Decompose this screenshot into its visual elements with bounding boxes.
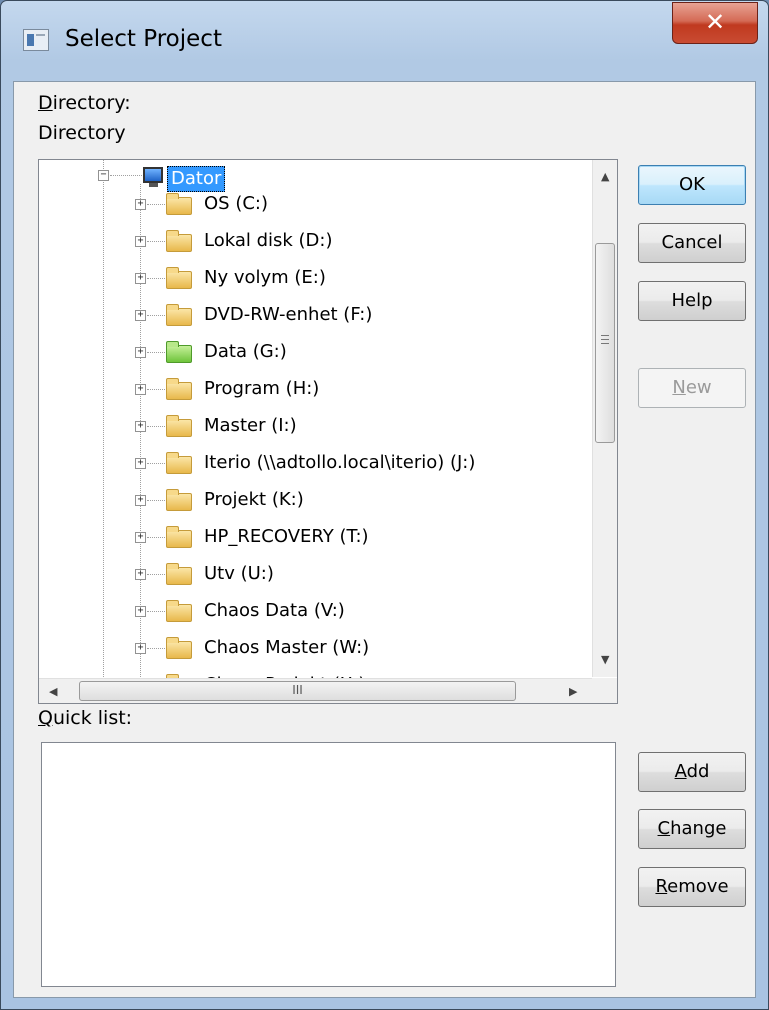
expand-icon[interactable]: +	[135, 606, 146, 617]
dialog-window: Select Project ✕ Directory: Directory − …	[0, 0, 769, 1010]
expand-icon[interactable]: +	[135, 458, 146, 469]
change-button[interactable]: Change	[638, 809, 746, 849]
tree-item-label: Data (G:)	[204, 341, 287, 362]
expand-icon[interactable]: +	[135, 273, 146, 284]
quick-list[interactable]	[41, 742, 616, 987]
app-icon	[23, 29, 49, 51]
tree-item-label: Master (I:)	[204, 415, 297, 436]
tree-item[interactable]: + HP_RECOVERY (T:)	[39, 523, 592, 551]
folder-icon	[166, 304, 192, 326]
quick-list-label: Quick list:	[38, 707, 133, 729]
scroll-corner	[592, 678, 617, 703]
window-title: Select Project	[65, 26, 222, 52]
tree-item[interactable]: + Master (I:)	[39, 412, 592, 440]
folder-icon	[166, 563, 192, 585]
tree-item[interactable]: + OS (C:)	[39, 190, 592, 218]
folder-icon	[166, 526, 192, 548]
ok-button[interactable]: OK	[638, 165, 746, 205]
tree-item-label: OS (C:)	[204, 193, 268, 214]
tree-item-label: Chaos Data (V:)	[204, 600, 345, 621]
cancel-button[interactable]: Cancel	[638, 223, 746, 263]
scroll-up-icon[interactable]: ▲	[601, 170, 609, 183]
tree-item[interactable]: + Chaos Master (W:)	[39, 634, 592, 662]
dialog-body: Directory: Directory − Dator + OS (C:) + Lo…	[13, 81, 756, 998]
folder-icon	[166, 415, 192, 437]
tree-item[interactable]: + Projekt (K:)	[39, 486, 592, 514]
expand-icon[interactable]: +	[135, 495, 146, 506]
add-button[interactable]: Add	[638, 752, 746, 792]
new-button[interactable]: New	[638, 368, 746, 408]
expand-icon[interactable]: +	[135, 236, 146, 247]
tree-root-dator[interactable]: − Dator	[39, 162, 592, 192]
directory-tree[interactable]: − Dator + OS (C:) + Lokal disk (D:) + Ny voly…	[38, 159, 618, 704]
tree-item-label: Chaos Master (W:)	[204, 637, 370, 658]
tree-item-label: HP_RECOVERY (T:)	[204, 526, 369, 547]
folder-icon	[166, 489, 192, 511]
horizontal-scroll-thumb[interactable]: III	[79, 681, 516, 701]
tree-item-label: Program (H:)	[204, 378, 320, 399]
tree-item[interactable]: + Lokal disk (D:)	[39, 227, 592, 255]
tree-item[interactable]: + Chaos Data (V:)	[39, 597, 592, 625]
horizontal-scrollbar[interactable]: ◀ III ▶	[39, 678, 592, 703]
tree-root-label[interactable]: Dator	[167, 166, 226, 192]
tree-item-label: Lokal disk (D:)	[204, 230, 333, 251]
expand-icon[interactable]: +	[135, 532, 146, 543]
folder-icon	[166, 230, 192, 252]
tree-item[interactable]: + Utv (U:)	[39, 560, 592, 588]
tree-item-label: DVD-RW-enhet (F:)	[204, 304, 373, 325]
expand-icon[interactable]: +	[135, 384, 146, 395]
scroll-down-icon[interactable]: ▼	[601, 653, 609, 666]
vertical-scrollbar[interactable]: ▲ ▼	[592, 160, 617, 677]
expand-icon[interactable]: +	[135, 643, 146, 654]
expand-icon[interactable]: +	[135, 347, 146, 358]
expand-icon[interactable]: +	[135, 421, 146, 432]
tree-item-label: Iterio (\\adtollo.local\iterio) (J:)	[204, 452, 476, 473]
expand-icon[interactable]: +	[135, 310, 146, 321]
close-icon: ✕	[704, 8, 726, 36]
folder-icon	[166, 637, 192, 659]
folder-icon	[166, 452, 192, 474]
scroll-left-icon[interactable]: ◀	[49, 685, 57, 698]
directory-label: Directory:	[38, 92, 131, 114]
title-bar[interactable]: Select Project ✕	[1, 1, 768, 81]
folder-icon	[166, 600, 192, 622]
tree-item[interactable]: + Program (H:)	[39, 375, 592, 403]
expand-icon[interactable]: +	[135, 569, 146, 580]
scroll-right-icon[interactable]: ▶	[569, 685, 577, 698]
green-folder-icon	[166, 341, 192, 363]
tree-item[interactable]: + Iterio (\\adtollo.local\iterio) (J:)	[39, 449, 592, 477]
tree-item-label: Projekt (K:)	[204, 489, 304, 510]
tree-item[interactable]: + Ny volym (E:)	[39, 264, 592, 292]
close-button[interactable]: ✕	[672, 2, 758, 44]
collapse-icon[interactable]: −	[98, 170, 109, 181]
folder-icon	[166, 378, 192, 400]
computer-icon	[143, 167, 163, 187]
expand-icon[interactable]: +	[135, 199, 146, 210]
help-button[interactable]: Help	[638, 281, 746, 321]
directory-value: Directory	[38, 122, 126, 144]
tree-item-label: Ny volym (E:)	[204, 267, 326, 288]
folder-icon	[166, 267, 192, 289]
tree-item-label: Utv (U:)	[204, 563, 274, 584]
folder-icon	[166, 193, 192, 215]
vertical-scroll-thumb[interactable]	[595, 243, 615, 443]
tree-item[interactable]: + Data (G:)	[39, 338, 592, 366]
tree-item[interactable]: + DVD-RW-enhet (F:)	[39, 301, 592, 329]
remove-button[interactable]: Remove	[638, 867, 746, 907]
